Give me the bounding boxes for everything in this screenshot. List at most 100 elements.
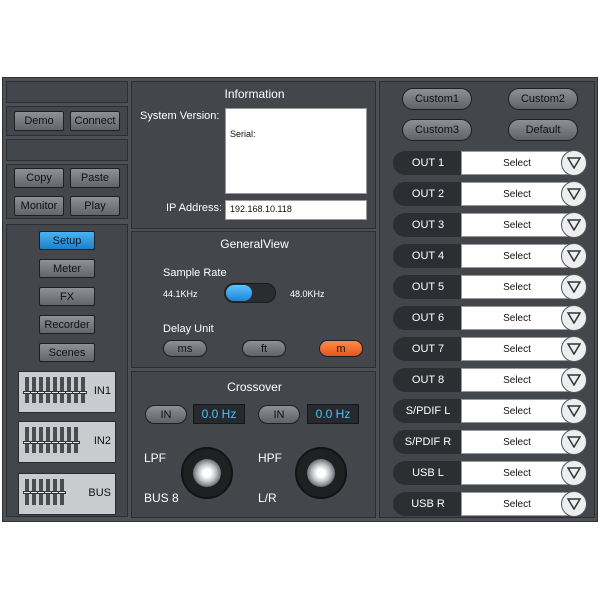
output-label: OUT 1 bbox=[393, 151, 463, 175]
serial-text: Serial: bbox=[230, 129, 256, 139]
crossover-title: Crossover bbox=[227, 380, 282, 394]
lpf-knob-ring bbox=[193, 459, 221, 487]
output-select[interactable]: Select bbox=[461, 244, 573, 268]
output-select[interactable]: Select bbox=[461, 182, 573, 206]
output-select[interactable]: Select bbox=[461, 275, 573, 299]
dropdown-arrow-icon[interactable] bbox=[561, 491, 587, 517]
dropdown-arrow-icon[interactable] bbox=[561, 150, 587, 176]
play-button[interactable]: Play bbox=[70, 196, 120, 216]
channel-in2-label: IN2 bbox=[93, 435, 111, 447]
output-label: USB R bbox=[393, 492, 463, 516]
left-empty-strip bbox=[6, 139, 128, 161]
system-version-box: Serial: bbox=[225, 108, 367, 194]
output-select[interactable]: Select bbox=[461, 213, 573, 237]
output-select[interactable]: Select bbox=[461, 492, 573, 516]
left-top-strip bbox=[6, 81, 128, 103]
channel-in2-thumbnail[interactable]: IN2 bbox=[18, 421, 116, 463]
preset-default-button[interactable]: Default bbox=[508, 119, 578, 141]
output-label: OUT 3 bbox=[393, 213, 463, 237]
lpf-knob[interactable] bbox=[181, 447, 233, 499]
clipboard-panel: Copy Paste Monitor Play bbox=[6, 164, 128, 219]
dropdown-arrow-icon[interactable] bbox=[561, 336, 587, 362]
sample-rate-low-label: 44.1KHz bbox=[163, 289, 198, 299]
dropdown-arrow-icon[interactable] bbox=[561, 212, 587, 238]
output-row-out2: OUT 2 Select bbox=[393, 181, 587, 207]
sample-rate-high-label: 48.0KHz bbox=[290, 289, 325, 299]
output-label: OUT 6 bbox=[393, 306, 463, 330]
channel-in1-label: IN1 bbox=[93, 385, 111, 397]
output-select[interactable]: Select bbox=[461, 399, 573, 423]
output-row-out1: OUT 1 Select bbox=[393, 150, 587, 176]
sample-rate-label: Sample Rate bbox=[163, 267, 227, 279]
mixer-app-window: Demo Connect Copy Paste Monitor Play Set… bbox=[2, 77, 598, 522]
lpf-frequency-display[interactable]: 0.0 Hz bbox=[193, 404, 245, 424]
connect-button[interactable]: Connect bbox=[70, 111, 120, 131]
hpf-in-button[interactable]: IN bbox=[258, 405, 300, 424]
general-view-panel: GeneralView Sample Rate 44.1KHz 48.0KHz … bbox=[131, 231, 376, 368]
general-view-title: GeneralView bbox=[220, 237, 289, 251]
output-select[interactable]: Select bbox=[461, 368, 573, 392]
output-select[interactable]: Select bbox=[461, 306, 573, 330]
output-select[interactable]: Select bbox=[461, 337, 573, 361]
monitor-button[interactable]: Monitor bbox=[14, 196, 64, 216]
dropdown-arrow-icon[interactable] bbox=[561, 243, 587, 269]
lr-label: L/R bbox=[258, 491, 277, 505]
output-row-usb-r: USB R Select bbox=[393, 491, 587, 517]
output-row-out5: OUT 5 Select bbox=[393, 274, 587, 300]
dropdown-arrow-icon[interactable] bbox=[561, 181, 587, 207]
paste-button[interactable]: Paste bbox=[70, 168, 120, 188]
information-title: Information bbox=[224, 87, 285, 101]
channel-bus-thumbnail[interactable]: BUS bbox=[18, 473, 116, 515]
output-row-usb-l: USB L Select bbox=[393, 460, 587, 486]
delay-unit-m-button[interactable]: m bbox=[319, 340, 363, 357]
ip-address-field[interactable]: 192.168.10.118 bbox=[225, 200, 367, 220]
output-select[interactable]: Select bbox=[461, 430, 573, 454]
nav-recorder-button[interactable]: Recorder bbox=[39, 315, 95, 334]
output-label: OUT 7 bbox=[393, 337, 463, 361]
nav-scenes-button[interactable]: Scenes bbox=[39, 343, 95, 362]
dropdown-arrow-icon[interactable] bbox=[561, 460, 587, 486]
preset-custom1-button[interactable]: Custom1 bbox=[402, 88, 472, 110]
output-row-spdif-r: S/PDIF R Select bbox=[393, 429, 587, 455]
delay-unit-ms-button[interactable]: ms bbox=[163, 340, 207, 357]
dropdown-arrow-icon[interactable] bbox=[561, 398, 587, 424]
demo-button[interactable]: Demo bbox=[14, 111, 64, 131]
system-version-label: System Version: bbox=[140, 110, 220, 122]
output-select[interactable]: Select bbox=[461, 461, 573, 485]
output-row-out6: OUT 6 Select bbox=[393, 305, 587, 331]
channel-bus-label: BUS bbox=[88, 487, 111, 499]
dropdown-arrow-icon[interactable] bbox=[561, 367, 587, 393]
sample-rate-toggle-knob bbox=[226, 285, 252, 301]
nav-meter-button[interactable]: Meter bbox=[39, 259, 95, 278]
preset-custom3-button[interactable]: Custom3 bbox=[402, 119, 472, 141]
information-panel: Information System Version: Serial: IP A… bbox=[131, 81, 376, 229]
sample-rate-toggle[interactable] bbox=[224, 283, 276, 303]
hpf-frequency-display[interactable]: 0.0 Hz bbox=[307, 404, 359, 424]
copy-button[interactable]: Copy bbox=[14, 168, 64, 188]
output-label: OUT 5 bbox=[393, 275, 463, 299]
output-row-out8: OUT 8 Select bbox=[393, 367, 587, 393]
preset-custom2-button[interactable]: Custom2 bbox=[508, 88, 578, 110]
dropdown-arrow-icon[interactable] bbox=[561, 274, 587, 300]
output-row-out3: OUT 3 Select bbox=[393, 212, 587, 238]
channel-in1-thumbnail[interactable]: IN1 bbox=[18, 371, 116, 413]
hpf-label: HPF bbox=[258, 451, 282, 465]
bus-label: BUS 8 bbox=[144, 491, 179, 505]
output-label: S/PDIF L bbox=[393, 399, 463, 423]
crossover-panel: Crossover IN 0.0 Hz IN 0.0 Hz LPF HPF BU… bbox=[131, 371, 376, 518]
output-row-out4: OUT 4 Select bbox=[393, 243, 587, 269]
dropdown-arrow-icon[interactable] bbox=[561, 429, 587, 455]
output-row-spdif-l: S/PDIF L Select bbox=[393, 398, 587, 424]
lpf-in-button[interactable]: IN bbox=[145, 405, 187, 424]
delay-unit-ft-button[interactable]: ft bbox=[242, 340, 286, 357]
output-label: OUT 8 bbox=[393, 368, 463, 392]
output-label: USB L bbox=[393, 461, 463, 485]
nav-setup-button[interactable]: Setup bbox=[39, 231, 95, 250]
hpf-knob[interactable] bbox=[295, 447, 347, 499]
output-label: S/PDIF R bbox=[393, 430, 463, 454]
output-label: OUT 2 bbox=[393, 182, 463, 206]
output-select[interactable]: Select bbox=[461, 151, 573, 175]
dropdown-arrow-icon[interactable] bbox=[561, 305, 587, 331]
nav-fx-button[interactable]: FX bbox=[39, 287, 95, 306]
output-label: OUT 4 bbox=[393, 244, 463, 268]
